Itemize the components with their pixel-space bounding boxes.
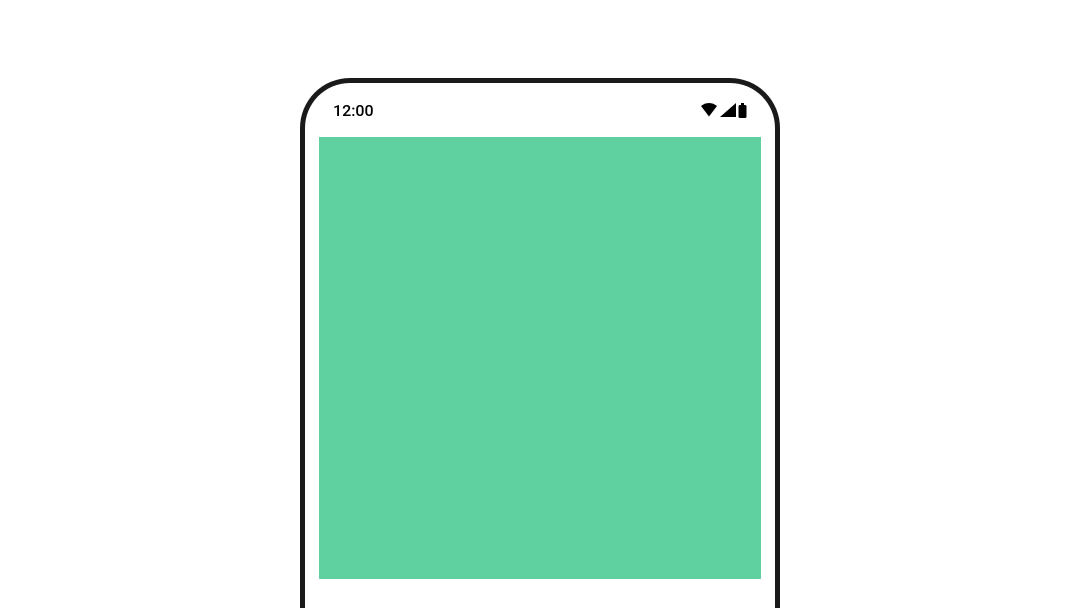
status-bar: 12:00 — [305, 83, 775, 137]
wifi-icon — [700, 103, 718, 117]
status-icons-group — [700, 103, 747, 118]
content-box — [319, 137, 761, 579]
phone-device-frame: 12:00 — [300, 78, 780, 608]
app-content-area — [305, 137, 775, 579]
battery-icon — [738, 103, 747, 118]
cellular-signal-icon — [720, 103, 736, 117]
clock-time: 12:00 — [333, 101, 374, 120]
